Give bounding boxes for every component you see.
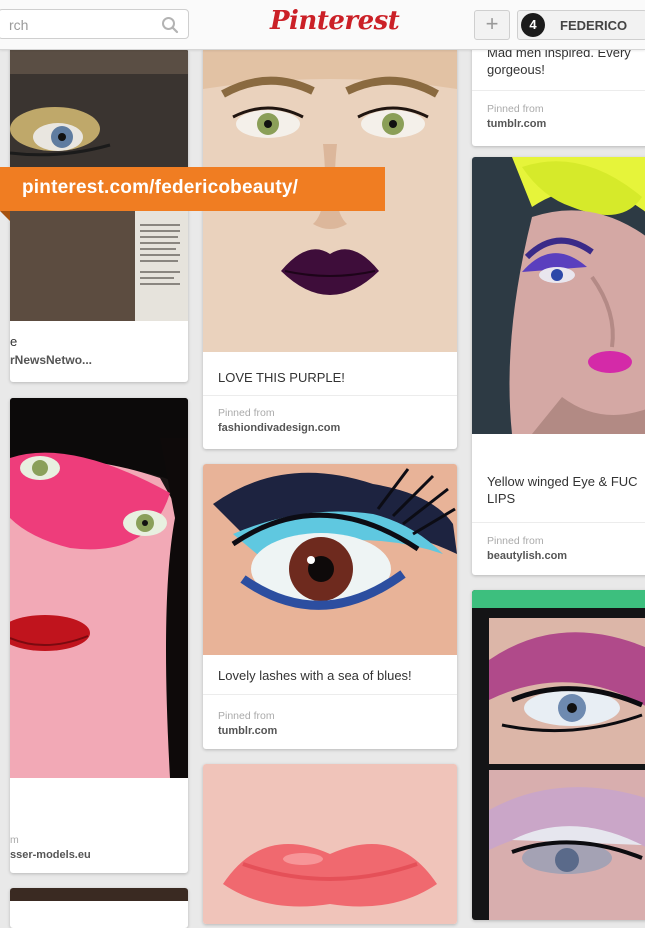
pin-source[interactable]: rNewsNetwo... bbox=[10, 353, 92, 367]
pin-image[interactable] bbox=[10, 888, 188, 901]
pin-card[interactable] bbox=[472, 590, 645, 920]
pin-source[interactable]: tumblr.com bbox=[218, 725, 277, 737]
pin-description: LOVE THIS PURPLE! bbox=[218, 370, 345, 385]
pin-description: Lovely lashes with a sea of blues! bbox=[218, 668, 412, 683]
profile-url-banner: pinterest.com/federicobeauty/ bbox=[0, 167, 385, 211]
pin-card[interactable]: Mad men inspired. Every gorgeous! Pinned… bbox=[472, 40, 645, 146]
pin-from-label: Pinned from bbox=[487, 103, 544, 115]
pin-card[interactable]: e rNewsNetwo... bbox=[10, 49, 188, 382]
pin-description: e bbox=[10, 334, 18, 349]
pin-card[interactable]: Lovely lashes with a sea of blues! Pinne… bbox=[203, 464, 457, 749]
pin-image[interactable] bbox=[203, 464, 457, 655]
profile-button[interactable]: 4 FEDERICO bbox=[517, 10, 645, 40]
pin-from-label: m bbox=[10, 834, 19, 846]
pin-image[interactable] bbox=[472, 590, 645, 920]
search-input[interactable] bbox=[7, 16, 161, 34]
pin-card[interactable]: m sser-models.eu bbox=[10, 398, 188, 873]
pin-from-label: Pinned from bbox=[218, 407, 275, 419]
add-pin-button[interactable]: + bbox=[474, 10, 510, 40]
pin-card[interactable]: Yellow winged Eye & FUC LIPS Pinned from… bbox=[472, 157, 645, 575]
banner-fold bbox=[0, 211, 10, 221]
top-bar: Pinterest + 4 FEDERICO bbox=[0, 0, 645, 50]
pin-image[interactable] bbox=[10, 398, 188, 778]
pin-image[interactable] bbox=[203, 764, 457, 924]
pin-description: Yellow winged Eye & FUC LIPS bbox=[487, 474, 638, 506]
pin-card[interactable] bbox=[203, 764, 457, 924]
pin-divider bbox=[472, 522, 645, 523]
banner-text: pinterest.com/federicobeauty/ bbox=[22, 177, 299, 198]
pin-image[interactable] bbox=[472, 157, 645, 434]
pin-divider bbox=[472, 90, 645, 91]
pin-source[interactable]: fashiondivadesign.com bbox=[218, 422, 340, 434]
pin-source[interactable]: tumblr.com bbox=[487, 118, 546, 130]
pin-source[interactable]: beautylish.com bbox=[487, 550, 567, 562]
pin-card[interactable]: LOVE THIS PURPLE! Pinned from fashiondiv… bbox=[203, 49, 457, 449]
pin-divider bbox=[203, 694, 457, 695]
pin-from-label: Pinned from bbox=[487, 535, 544, 547]
search-box[interactable] bbox=[0, 9, 189, 39]
search-icon[interactable] bbox=[161, 16, 179, 34]
profile-name: FEDERICO bbox=[560, 18, 628, 33]
pin-divider bbox=[203, 395, 457, 396]
pinterest-logo[interactable]: Pinterest bbox=[270, 6, 400, 36]
avatar: 4 bbox=[521, 13, 545, 37]
pin-source[interactable]: sser-models.eu bbox=[10, 849, 91, 861]
pin-from-label: Pinned from bbox=[218, 710, 275, 722]
pin-card[interactable] bbox=[10, 888, 188, 928]
